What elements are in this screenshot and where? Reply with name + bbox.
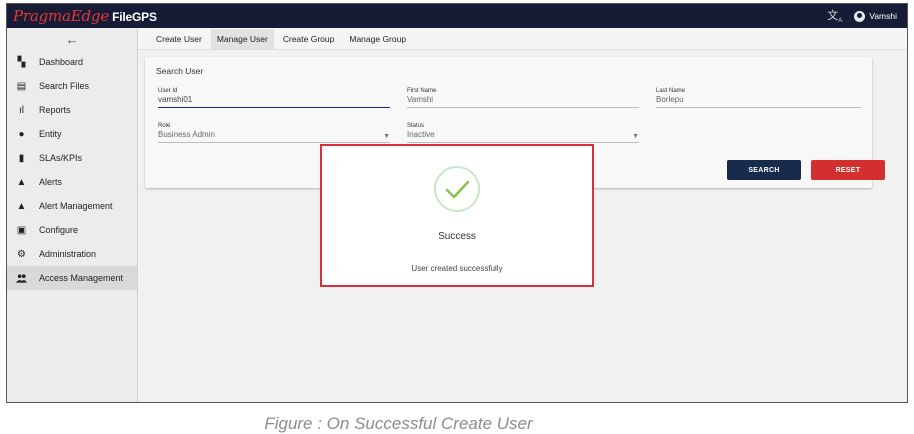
search-button[interactable]: SEARCH bbox=[727, 160, 801, 180]
first-name-input[interactable]: Vamshi bbox=[407, 95, 639, 108]
brand-name: PragmaEdge bbox=[13, 6, 110, 25]
sidebar-item-dashboard[interactable]: ▚ Dashboard bbox=[7, 50, 137, 74]
sidebar-item-label: Access Management bbox=[39, 273, 124, 283]
sidebar-item-access-management[interactable]: Access Management bbox=[7, 266, 137, 290]
sidebar-item-label: Administration bbox=[39, 249, 97, 259]
user-id-field[interactable]: User Id vamshi01 bbox=[158, 88, 390, 108]
tab-manage-user[interactable]: Manage User bbox=[210, 28, 274, 49]
document-icon: ▮ bbox=[18, 152, 25, 164]
field-label: Role bbox=[158, 123, 171, 129]
sidebar-item-label: Entity bbox=[39, 129, 62, 139]
field-label: First Name bbox=[407, 88, 437, 94]
sidebar-item-label: Search Files bbox=[39, 81, 90, 91]
sidebar-item-administration[interactable]: ⚙ Administration bbox=[7, 242, 137, 266]
tab-create-user[interactable]: Create User bbox=[150, 29, 208, 49]
bar-chart-icon: ıl bbox=[19, 104, 24, 116]
first-name-field[interactable]: First Name Vamshi bbox=[407, 88, 639, 108]
sidebar-item-slas-kpis[interactable]: ▮ SLAs/KPIs bbox=[7, 146, 137, 170]
success-dialog: Success User created successfully bbox=[320, 144, 594, 287]
account-circle-icon bbox=[854, 10, 866, 22]
brand-product: FileGPS bbox=[109, 9, 157, 24]
sidebar-item-alerts[interactable]: ▲ Alerts bbox=[7, 170, 137, 194]
dialog-message: User created successfully bbox=[411, 264, 503, 273]
dialog-title: Success bbox=[438, 231, 476, 242]
sidebar-item-label: Alerts bbox=[39, 177, 63, 187]
settings-box-icon: ▣ bbox=[16, 224, 27, 236]
role-select[interactable]: Role Business Admin ▼ bbox=[158, 123, 390, 143]
field-label: Status bbox=[407, 123, 425, 129]
sidebar-item-label: Configure bbox=[39, 225, 79, 235]
last-name-input[interactable]: Borlepu bbox=[656, 95, 861, 108]
user-id-input[interactable]: vamshi01 bbox=[158, 95, 390, 108]
sidebar-item-entity[interactable]: ● Entity bbox=[7, 122, 137, 146]
card-title: Search User bbox=[156, 66, 204, 76]
tab-create-group[interactable]: Create Group bbox=[277, 29, 341, 49]
sidebar-item-search-files[interactable]: ▤ Search Files bbox=[7, 74, 137, 98]
tab-manage-group[interactable]: Manage Group bbox=[343, 29, 412, 49]
user-menu[interactable]: Vamshi bbox=[854, 10, 897, 22]
dashboard-icon: ▚ bbox=[17, 56, 26, 68]
sidebar: ← ▚ Dashboard ▤ Search Files ıl Reports … bbox=[7, 28, 138, 402]
chevron-down-icon[interactable]: ▼ bbox=[632, 133, 639, 140]
sidebar-item-label: Dashboard bbox=[39, 57, 84, 67]
back-arrow-icon[interactable]: ← bbox=[7, 28, 137, 50]
chevron-down-icon[interactable]: ▼ bbox=[383, 133, 390, 140]
field-label: User Id bbox=[158, 88, 178, 94]
translate-icon[interactable]: 文A bbox=[827, 7, 842, 24]
tab-bar: Create User Manage User Create Group Man… bbox=[138, 28, 907, 50]
role-value[interactable]: Business Admin bbox=[158, 130, 390, 143]
sidebar-item-label: Reports bbox=[39, 105, 71, 115]
status-value[interactable]: Inactive bbox=[407, 130, 639, 143]
sidebar-item-label: Alert Management bbox=[39, 201, 113, 211]
bell-icon: ▲ bbox=[16, 200, 27, 212]
last-name-field[interactable]: Last Name Borlepu bbox=[656, 88, 861, 108]
sidebar-item-alert-management[interactable]: ▲ Alert Management bbox=[7, 194, 137, 218]
account-circle-icon: ● bbox=[18, 128, 25, 140]
figure-caption: Figure : On Successful Create User bbox=[264, 414, 533, 433]
sidebar-item-reports[interactable]: ıl Reports bbox=[7, 98, 137, 122]
check-circle-icon bbox=[434, 166, 480, 212]
sidebar-item-label: SLAs/KPIs bbox=[39, 153, 83, 163]
topbar-actions: 文A Vamshi bbox=[827, 4, 897, 28]
admin-user-icon: ⚙ bbox=[17, 248, 26, 260]
app-logo[interactable]: PragmaEdge FileGPS bbox=[13, 7, 157, 26]
status-select[interactable]: Status Inactive ▼ bbox=[407, 123, 639, 143]
reset-button[interactable]: RESET bbox=[811, 160, 885, 180]
top-bar: PragmaEdge FileGPS 文A Vamshi bbox=[7, 4, 907, 28]
username: Vamshi bbox=[869, 11, 897, 21]
bell-icon: ▲ bbox=[16, 176, 27, 188]
field-label: Last Name bbox=[656, 88, 686, 94]
sidebar-item-configure[interactable]: ▣ Configure bbox=[7, 218, 137, 242]
people-icon bbox=[16, 273, 27, 284]
file-copy-icon: ▤ bbox=[16, 80, 27, 92]
